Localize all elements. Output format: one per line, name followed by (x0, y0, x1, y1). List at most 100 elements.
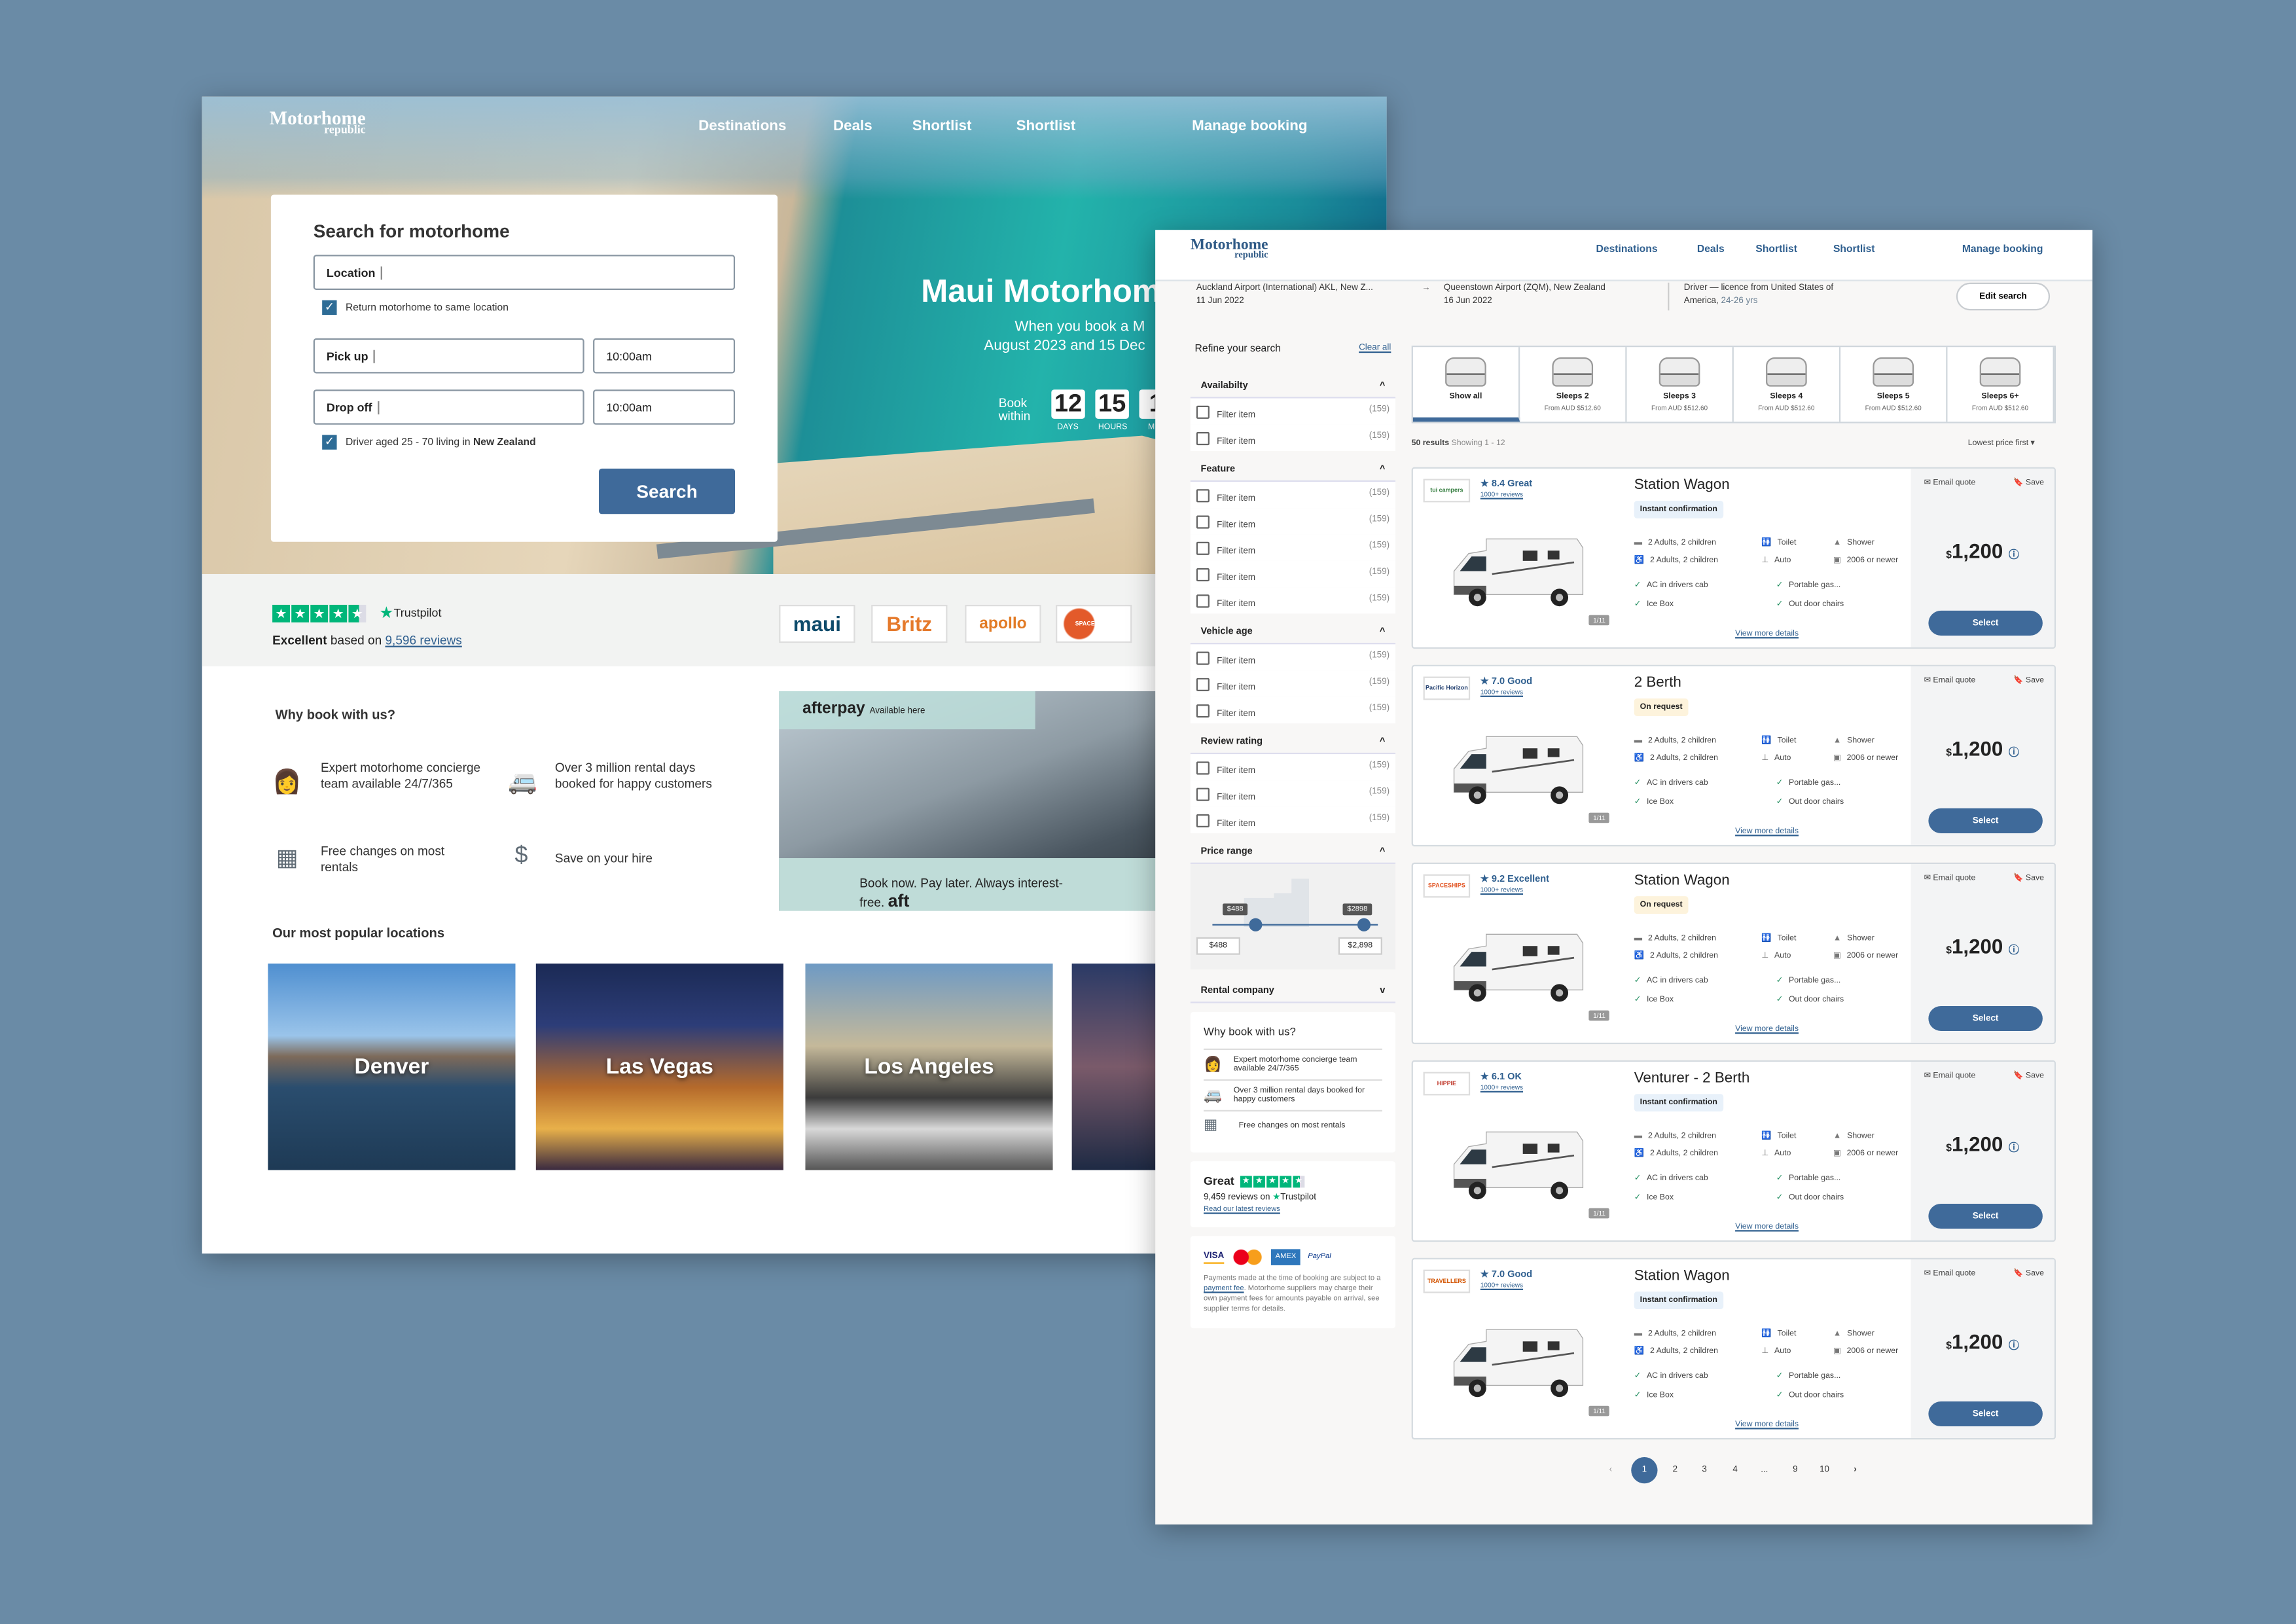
sort-select[interactable]: Lowest price first ▾ (1968, 439, 2035, 448)
tab-sleeps-5[interactable]: Sleeps 5 From AUD $512.60 (1840, 347, 1948, 422)
save-button[interactable]: 🔖 Save (2013, 875, 2044, 883)
reviews-link[interactable]: 1000+ reviews (1480, 688, 1523, 695)
filter-checkbox[interactable]: Filter item (159) (1190, 587, 1396, 614)
dropoff-time-select[interactable]: 10:00am (593, 389, 736, 425)
filter-checkbox[interactable]: Filter item (159) (1190, 806, 1396, 833)
email-quote-button[interactable]: ✉ Email quote (1924, 875, 1976, 883)
filter-checkbox[interactable]: Filter item (159) (1190, 560, 1396, 588)
min-price-input[interactable]: $488 (1196, 937, 1240, 955)
brand-britz[interactable]: Britz (871, 604, 948, 643)
reviews-link[interactable]: 1000+ reviews (1480, 490, 1523, 497)
page-4[interactable]: 4 (1722, 1457, 1748, 1483)
email-quote-button[interactable]: ✉ Email quote (1924, 1270, 1976, 1278)
view-more-details-link[interactable]: View more details (1735, 1025, 1799, 1034)
motorhome-image[interactable] (1443, 1123, 1589, 1208)
rental-company-header[interactable]: Rental company v (1190, 978, 1396, 1003)
next-page-icon[interactable]: › (1842, 1457, 1868, 1483)
page-1[interactable]: 1 (1631, 1457, 1658, 1484)
email-quote-button[interactable]: ✉ Email quote (1924, 1072, 1976, 1081)
filter-section-header[interactable]: Vehicle age ^ (1190, 619, 1396, 645)
save-button[interactable]: 🔖 Save (2013, 677, 2044, 685)
max-handle[interactable] (1357, 918, 1371, 931)
info-icon[interactable]: ⓘ (2009, 550, 2019, 561)
nav-shortlist[interactable]: Shortlist (912, 118, 972, 135)
filter-checkbox[interactable]: Filter item (159) (1190, 644, 1396, 671)
read-reviews-link[interactable]: Read our latest reviews (1204, 1205, 1382, 1214)
tab-sleeps-3[interactable]: Sleeps 3 From AUD $512.60 (1627, 347, 1734, 422)
brand-apollo[interactable]: apollo (965, 604, 1041, 643)
filter-checkbox[interactable]: Filter item (159) (1190, 424, 1396, 452)
select-button[interactable]: Select (1928, 1203, 2043, 1229)
edit-search-button[interactable]: Edit search (1956, 282, 2051, 311)
brand-maui[interactable]: maui (779, 604, 855, 643)
reviews-link[interactable]: 1000+ reviews (1480, 886, 1523, 893)
pickup-date-input[interactable]: Pick up (313, 338, 584, 374)
page-3[interactable]: 3 (1691, 1457, 1717, 1483)
filter-checkbox[interactable]: Filter item (159) (1190, 696, 1396, 724)
view-more-details-link[interactable]: View more details (1735, 1420, 1799, 1429)
dropoff-date-input[interactable]: Drop off (313, 389, 584, 425)
nav-destinations[interactable]: Destinations (1596, 245, 1658, 255)
page-9[interactable]: 9 (1782, 1457, 1808, 1483)
info-icon[interactable]: ⓘ (2009, 946, 2019, 956)
filter-section-header[interactable]: Review rating ^ (1190, 729, 1396, 755)
driver-age-checkbox[interactable]: ✓ Driver aged 25 - 70 living in New Zeala… (322, 435, 536, 450)
email-quote-button[interactable]: ✉ Email quote (1924, 677, 1976, 685)
email-quote-button[interactable]: ✉ Email quote (1924, 479, 1976, 488)
filter-checkbox[interactable]: Filter item (159) (1190, 780, 1396, 807)
city-card-denver[interactable]: Denver (268, 964, 516, 1170)
logo[interactable]: Motorhome republic (1191, 237, 1268, 261)
tab-sleeps-2[interactable]: Sleeps 2 From AUD $512.60 (1520, 347, 1627, 422)
nav-shortlist-2[interactable]: Shortlist (1016, 118, 1076, 135)
afterpay-banner[interactable]: afterpay Available here Book now. Pay la… (779, 691, 1160, 911)
filter-checkbox[interactable]: Filter item (159) (1190, 508, 1396, 535)
nav-manage-booking[interactable]: Manage booking (1962, 245, 2043, 255)
motorhome-image[interactable] (1443, 530, 1589, 615)
price-range-header[interactable]: Price range ^ (1190, 839, 1396, 864)
logo[interactable]: Motorhome republic (270, 108, 366, 136)
info-icon[interactable]: ⓘ (2009, 1144, 2019, 1154)
info-icon[interactable]: ⓘ (2009, 1341, 2019, 1352)
view-more-details-link[interactable]: View more details (1735, 630, 1799, 638)
nav-manage-booking[interactable]: Manage booking (1192, 118, 1308, 135)
min-handle[interactable] (1249, 918, 1263, 931)
location-input[interactable]: Location (313, 255, 736, 290)
price-range-slider[interactable]: $488 $2898 $488 $2,898 (1190, 863, 1396, 970)
nav-deals[interactable]: Deals (833, 118, 872, 135)
nav-shortlist-2[interactable]: Shortlist (1833, 245, 1875, 255)
select-button[interactable]: Select (1928, 1005, 2043, 1031)
nav-destinations[interactable]: Destinations (698, 118, 786, 135)
select-button[interactable]: Select (1928, 610, 2043, 636)
brand-spaceships[interactable]: SPACESHIPS (1056, 604, 1132, 643)
tab-sleeps-6-[interactable]: Sleeps 6+ From AUD $512.60 (1947, 347, 2054, 422)
page-10[interactable]: 10 (1811, 1457, 1837, 1483)
filter-checkbox[interactable]: Filter item (159) (1190, 534, 1396, 561)
motorhome-image[interactable] (1443, 926, 1589, 1011)
filter-checkbox[interactable]: Filter item (159) (1190, 482, 1396, 509)
max-price-input[interactable]: $2,898 (1338, 937, 1382, 955)
payment-fee-link[interactable]: payment fee (1204, 1284, 1244, 1293)
nav-deals[interactable]: Deals (1697, 245, 1725, 255)
nav-shortlist[interactable]: Shortlist (1755, 245, 1797, 255)
info-icon[interactable]: ⓘ (2009, 748, 2019, 759)
search-button[interactable]: Search (599, 468, 736, 514)
reviews-link[interactable]: 1000+ reviews (1480, 1282, 1523, 1289)
return-same-checkbox[interactable]: ✓ Return motorhome to same location (322, 300, 509, 315)
filter-section-header[interactable]: Availabilty ^ (1190, 373, 1396, 399)
filter-checkbox[interactable]: Filter item (159) (1190, 754, 1396, 781)
tab-sleeps-4[interactable]: Sleeps 4 From AUD $512.60 (1734, 347, 1841, 422)
reviews-link[interactable]: 1000+ reviews (1480, 1084, 1523, 1091)
view-more-details-link[interactable]: View more details (1735, 827, 1799, 836)
motorhome-image[interactable] (1443, 1321, 1589, 1406)
save-button[interactable]: 🔖 Save (2013, 1270, 2044, 1278)
filter-checkbox[interactable]: Filter item (159) (1190, 670, 1396, 697)
select-button[interactable]: Select (1928, 808, 2043, 833)
select-button[interactable]: Select (1928, 1401, 2043, 1427)
tab-show-all[interactable]: Show all (1412, 347, 1520, 422)
view-more-details-link[interactable]: View more details (1735, 1223, 1799, 1231)
city-card-los-angeles[interactable]: Los Angeles (805, 964, 1053, 1170)
filter-section-header[interactable]: Feature ^ (1190, 457, 1396, 482)
pickup-time-select[interactable]: 10:00am (593, 338, 736, 374)
filter-checkbox[interactable]: Filter item (159) (1190, 398, 1396, 425)
prev-page-icon[interactable]: ‹ (1598, 1457, 1624, 1483)
